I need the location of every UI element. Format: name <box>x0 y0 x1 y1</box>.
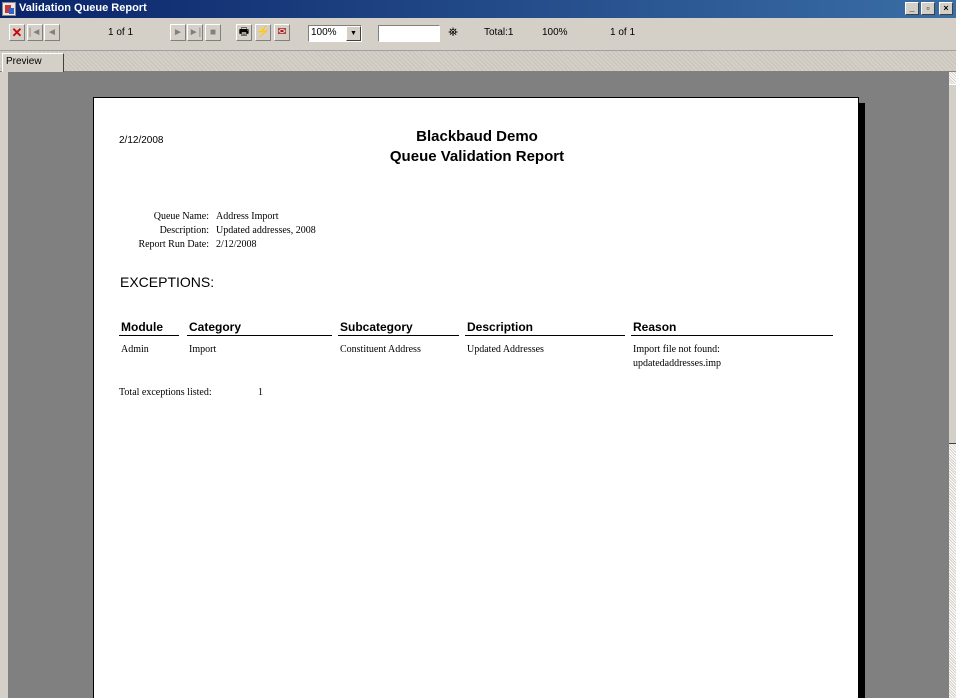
left-border <box>0 72 8 698</box>
header-underline <box>465 335 625 336</box>
report-title-line2: Queue Validation Report <box>389 148 565 165</box>
page-of-label: 1 of 1 <box>610 27 636 38</box>
tab-bar: Preview <box>0 51 956 72</box>
zoom-value: 100% <box>311 27 337 38</box>
cell-reason-line2: updatedaddresses.imp <box>633 358 722 369</box>
export-icon[interactable]: ✉ <box>274 24 290 41</box>
cell-reason-line1: Import file not found: <box>633 344 720 355</box>
description-value: Updated addresses, 2008 <box>216 225 316 236</box>
app-icon <box>2 2 16 16</box>
zoom-select[interactable]: 100% ▼ <box>308 25 362 42</box>
report-title: Blackbaud Demo Queue Validation Report <box>94 127 860 167</box>
tab-preview[interactable]: Preview <box>2 53 64 72</box>
cell-category: Import <box>189 344 217 355</box>
column-header-description: Description <box>467 320 534 334</box>
header-underline <box>631 335 833 336</box>
run-date-value: 2/12/2008 <box>216 239 257 250</box>
exceptions-heading: EXCEPTIONS: <box>120 274 215 290</box>
last-page-icon[interactable]: ►| <box>187 24 203 41</box>
header-underline <box>187 335 332 336</box>
close-report-icon[interactable]: ✕ <box>9 24 25 41</box>
stop-icon[interactable]: ■ <box>205 24 221 41</box>
vertical-scrollbar[interactable] <box>948 72 956 698</box>
description-label: Description: <box>159 225 209 236</box>
first-page-icon[interactable]: |◄ <box>27 24 43 41</box>
refresh-icon[interactable]: ⚡ <box>255 24 271 41</box>
column-header-module: Module <box>121 320 163 334</box>
zoom-percent-label: 100% <box>542 27 568 38</box>
cell-reason: Import file not found: updatedaddresses.… <box>633 343 721 371</box>
total-label: Total:1 <box>484 27 514 38</box>
column-header-reason: Reason <box>633 320 677 334</box>
queue-name-label: Queue Name: <box>153 211 209 222</box>
chevron-down-icon[interactable]: ▼ <box>346 26 361 41</box>
close-button[interactable]: × <box>939 2 953 15</box>
print-icon[interactable]: 🖶 <box>236 24 252 41</box>
maximize-button[interactable]: ▫ <box>921 2 935 15</box>
toolbar: ✕ |◄ ◄ 1 of 1 ► ►| ■ 🖶 ⚡ ✉ 100% ▼ ⛯ Tota… <box>0 18 956 51</box>
cell-subcategory: Constituent Address <box>340 344 421 355</box>
scrollbar-thumb[interactable] <box>949 84 956 444</box>
search-input[interactable] <box>378 25 440 42</box>
header-underline <box>119 335 179 336</box>
report-viewport[interactable]: 2/12/2008 Blackbaud Demo Queue Validatio… <box>8 72 948 698</box>
cell-module: Admin <box>121 344 149 355</box>
binoculars-icon[interactable]: ⛯ <box>444 24 462 41</box>
column-header-subcategory: Subcategory <box>340 320 413 334</box>
queue-name-value: Address Import <box>216 211 279 222</box>
page-indicator: 1 of 1 <box>108 27 134 38</box>
total-exceptions-label: Total exceptions listed: <box>119 387 212 398</box>
previous-page-icon[interactable]: ◄ <box>44 24 60 41</box>
report-page: 2/12/2008 Blackbaud Demo Queue Validatio… <box>93 97 859 698</box>
minimize-button[interactable]: _ <box>905 2 919 15</box>
cell-description: Updated Addresses <box>467 344 544 355</box>
title-bar: Validation Queue Report _ ▫ × <box>0 0 956 18</box>
next-page-icon[interactable]: ► <box>170 24 186 41</box>
header-underline <box>338 335 459 336</box>
column-header-category: Category <box>189 320 242 334</box>
run-date-label: Report Run Date: <box>138 239 209 250</box>
report-title-line1: Blackbaud Demo <box>416 128 538 145</box>
window-title: Validation Queue Report <box>19 2 147 14</box>
total-exceptions-value: 1 <box>258 387 263 398</box>
